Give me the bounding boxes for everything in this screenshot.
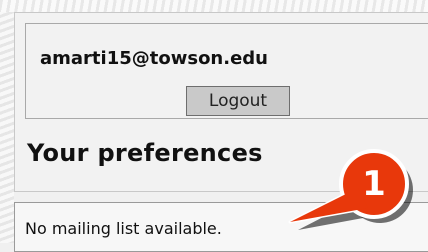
logout-button[interactable]: Logout bbox=[186, 86, 290, 116]
background-texture-top bbox=[0, 0, 428, 12]
background-texture bbox=[0, 0, 14, 243]
user-email: amarti15@towson.edu bbox=[40, 48, 268, 69]
callout-number: 1 bbox=[362, 164, 386, 204]
mailing-list-message: No mailing list available. bbox=[25, 219, 222, 238]
login-info-box: amarti15@towson.edu Logout bbox=[25, 23, 428, 119]
preferences-heading: Your preferences bbox=[27, 139, 263, 167]
